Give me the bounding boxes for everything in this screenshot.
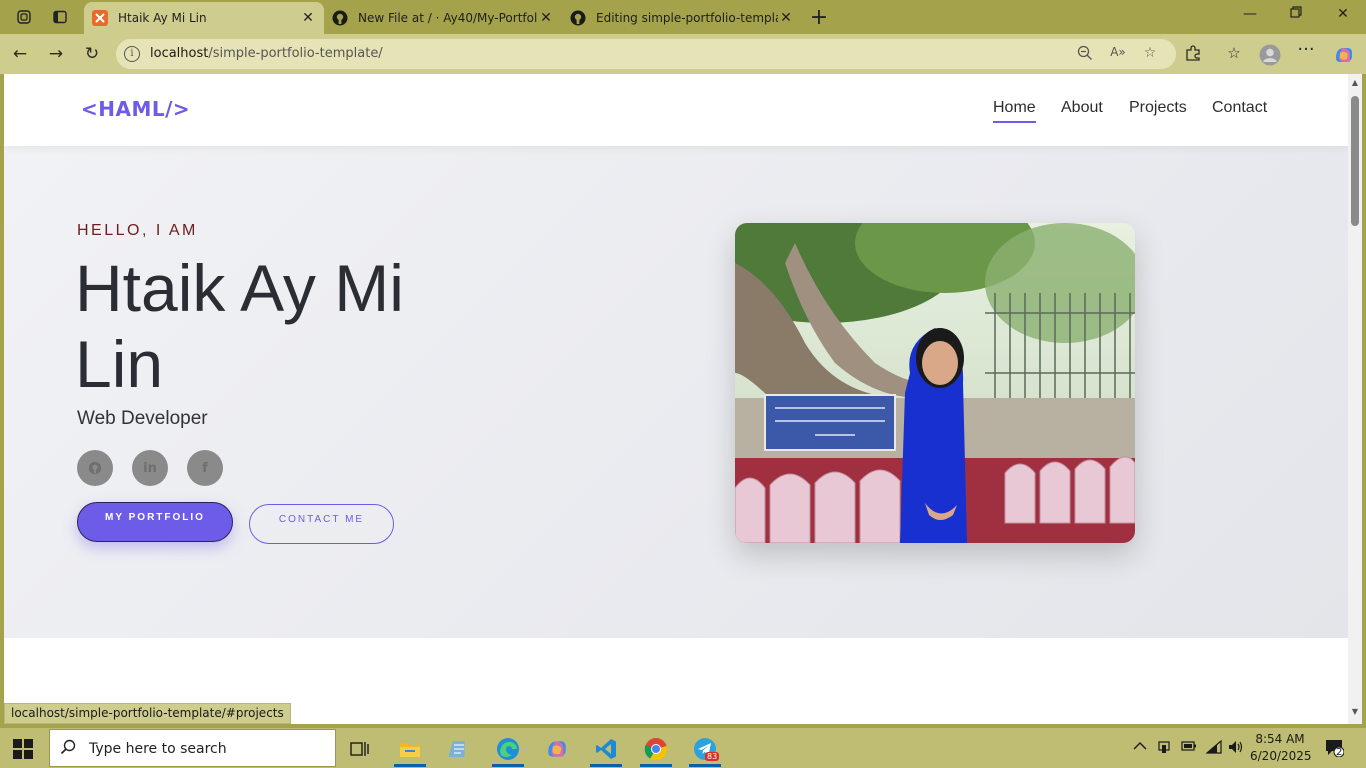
windows-start-icon[interactable] <box>13 739 33 759</box>
hero-section: HELLO, I AM Htaik Ay Mi Lin Web Develope… <box>4 146 1348 638</box>
clock-time: 8:54 AM <box>1255 732 1305 746</box>
edge-icon[interactable] <box>488 732 528 767</box>
taskbar-search-box[interactable]: Type here to search <box>49 729 336 767</box>
new-tab-icon[interactable]: + <box>808 5 830 30</box>
link-status-url: localhost/simple-portfolio-template/#pro… <box>4 703 291 724</box>
hero-name: Htaik Ay Mi Lin <box>75 251 404 401</box>
tab-title: New File at / · Ay40/My-Portfolio <box>358 11 538 25</box>
workspaces-icon[interactable] <box>13 6 35 28</box>
battery-icon[interactable] <box>1181 740 1197 756</box>
wifi-icon[interactable] <box>1205 739 1222 758</box>
tab-github-editing[interactable]: Editing simple-portfolio-template ✕ <box>562 2 802 34</box>
chevron-up-icon[interactable] <box>1133 740 1147 755</box>
read-aloud-icon[interactable]: A» <box>1109 45 1127 63</box>
xampp-icon <box>92 10 108 26</box>
vscode-icon[interactable] <box>586 732 626 767</box>
chrome-icon[interactable] <box>636 732 676 767</box>
my-portfolio-button[interactable]: MY PORTFOLIO <box>77 502 233 542</box>
nav-link-home[interactable]: Home <box>993 99 1036 123</box>
vertical-tabs-icon[interactable] <box>49 6 71 28</box>
search-placeholder: Type here to search <box>89 741 227 757</box>
notification-badge: 83 <box>705 752 720 761</box>
nav-link-contact[interactable]: Contact <box>1212 99 1267 117</box>
browser-toolbar: ← → ↻ i localhost/simple-portfolio-templ… <box>0 34 1366 74</box>
file-explorer-icon[interactable] <box>390 732 430 767</box>
tab-title: Editing simple-portfolio-template <box>596 11 778 25</box>
github-icon[interactable] <box>77 450 113 486</box>
back-icon[interactable]: ← <box>9 43 31 65</box>
close-window-icon[interactable]: ✕ <box>1331 6 1355 26</box>
telegram-icon[interactable]: 83 <box>685 732 725 767</box>
refresh-icon[interactable]: ↻ <box>81 43 103 65</box>
minimize-icon[interactable]: — <box>1238 6 1262 26</box>
contact-me-button[interactable]: CONTACT ME <box>249 504 394 544</box>
address-bar[interactable]: i localhost/simple-portfolio-template/ A… <box>116 39 1176 69</box>
page-viewport: <HAML/> Home About Projects Contact HELL… <box>4 74 1348 724</box>
copilot-icon[interactable] <box>537 732 577 766</box>
github-icon <box>570 10 586 26</box>
scrollbar-thumb[interactable] <box>1351 96 1359 226</box>
social-links: in f <box>77 450 223 486</box>
notification-count: 2 <box>1336 747 1343 758</box>
info-icon[interactable]: i <box>124 46 140 62</box>
site-logo[interactable]: <HAML/> <box>81 97 190 121</box>
clock-date: 6/20/2025 <box>1250 749 1312 763</box>
zoom-out-icon[interactable] <box>1076 45 1094 63</box>
site-header: <HAML/> Home About Projects Contact <box>4 74 1348 146</box>
url-path: /simple-portfolio-template/ <box>208 46 383 61</box>
tab-title: Htaik Ay Mi Lin <box>118 11 207 25</box>
forward-icon[interactable]: → <box>45 43 67 65</box>
facebook-icon[interactable]: f <box>187 450 223 486</box>
notepad-icon[interactable] <box>439 732 479 766</box>
nav-link-about[interactable]: About <box>1061 99 1103 117</box>
scroll-down-icon[interactable]: ▼ <box>1350 707 1360 716</box>
close-icon[interactable]: ✕ <box>300 10 316 26</box>
notification-center-icon[interactable]: 2 <box>1324 737 1345 761</box>
browser-tab-bar: Htaik Ay Mi Lin ✕ New File at / · Ay40/M… <box>0 0 1366 34</box>
windows-taskbar: Type here to search 83 8:54 AM 6/20/2025… <box>0 728 1366 768</box>
restore-icon[interactable] <box>1284 6 1308 26</box>
url-host: localhost <box>150 46 209 61</box>
url-text: localhost/simple-portfolio-template/ <box>150 46 383 61</box>
github-icon <box>332 10 348 26</box>
close-icon[interactable]: ✕ <box>538 10 554 26</box>
tab-portfolio[interactable]: Htaik Ay Mi Lin ✕ <box>84 2 324 34</box>
linkedin-icon[interactable]: in <box>132 450 168 486</box>
profile-avatar-icon[interactable] <box>1259 44 1281 66</box>
hero-role: Web Developer <box>77 408 208 429</box>
task-view-icon[interactable] <box>340 732 380 766</box>
tab-github-new-file[interactable]: New File at / · Ay40/My-Portfolio ✕ <box>324 2 562 34</box>
search-icon <box>60 739 76 759</box>
nav-link-projects[interactable]: Projects <box>1129 99 1187 117</box>
system-clock[interactable]: 8:54 AM 6/20/2025 <box>1250 731 1312 765</box>
hero-greeting: HELLO, I AM <box>77 222 198 239</box>
scroll-up-icon[interactable]: ▲ <box>1350 78 1360 87</box>
page-scrollbar[interactable]: ▲ ▼ <box>1348 74 1362 724</box>
more-menu-icon[interactable]: ··· <box>1296 41 1316 64</box>
close-icon[interactable]: ✕ <box>778 10 794 26</box>
extensions-icon[interactable] <box>1183 44 1203 64</box>
copilot-icon[interactable] <box>1333 44 1353 64</box>
profile-photo <box>735 223 1135 543</box>
favorite-star-icon[interactable]: ☆ <box>1141 45 1159 63</box>
device-icon[interactable] <box>1157 740 1171 758</box>
favorites-icon[interactable]: ☆ <box>1224 44 1244 64</box>
volume-icon[interactable] <box>1228 740 1244 758</box>
